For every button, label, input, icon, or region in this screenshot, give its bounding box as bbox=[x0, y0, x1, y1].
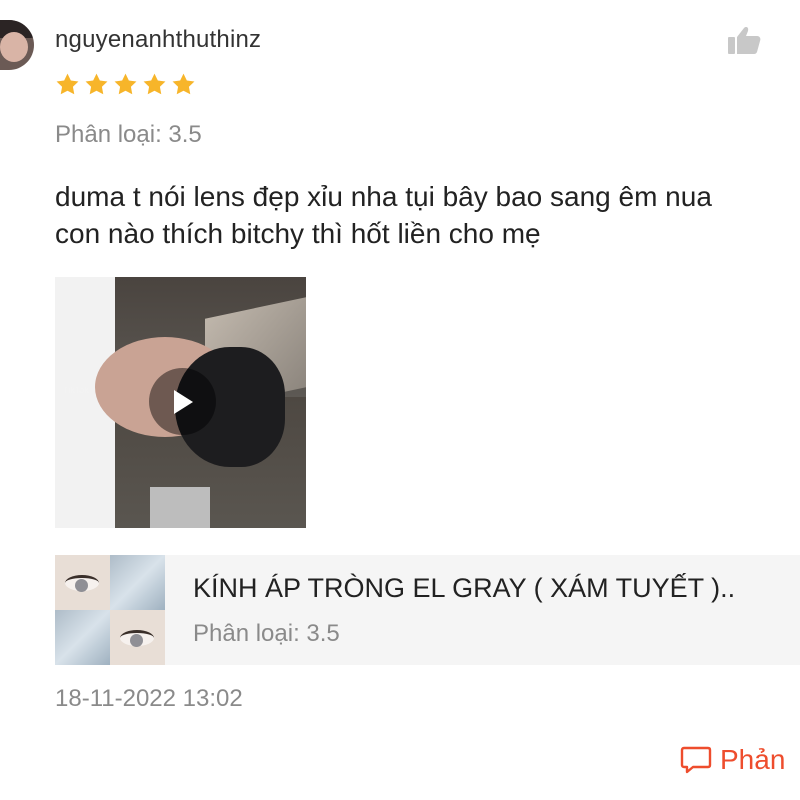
review-date: 18-11-2022 13:02 bbox=[55, 685, 243, 712]
product-title: KÍNH ÁP TRÒNG EL GRAY ( XÁM TUYẾT ).. bbox=[193, 573, 736, 603]
lens-iris bbox=[75, 579, 88, 592]
product-thumb-cloud bbox=[55, 610, 110, 665]
star-icon bbox=[172, 73, 195, 95]
review-variant: Phân loại: 3.5 bbox=[55, 121, 202, 148]
product-thumb-eye bbox=[110, 610, 165, 665]
star-rating bbox=[55, 72, 196, 97]
review-comment-line: con nào thích bitchy thì hốt liền cho mẹ bbox=[55, 218, 541, 249]
product-thumbnail bbox=[55, 555, 165, 665]
user-avatar[interactable] bbox=[0, 20, 34, 70]
product-thumb-cloud bbox=[110, 555, 165, 610]
tiktok-watermark: TikTok bbox=[63, 385, 89, 395]
review-comment-line: duma t nói lens đẹp xỉu nha tụi bây bao … bbox=[55, 181, 712, 212]
lens-iris bbox=[130, 634, 143, 647]
video-object bbox=[150, 487, 210, 528]
product-thumb-eye bbox=[55, 555, 110, 610]
star-icon bbox=[143, 73, 166, 95]
star-icon bbox=[85, 73, 108, 95]
eye-shape bbox=[120, 630, 154, 647]
star-icon bbox=[114, 73, 137, 95]
reply-button[interactable]: Phản bbox=[680, 744, 785, 776]
avatar-face bbox=[0, 32, 28, 62]
eye-shape bbox=[65, 575, 99, 592]
star-icon bbox=[56, 73, 79, 95]
reviewer-username: nguyenanhthuthinz bbox=[55, 26, 262, 53]
chat-bubble-icon bbox=[680, 746, 712, 774]
reply-label: Phản bbox=[720, 744, 786, 775]
thumbs-up-icon[interactable] bbox=[727, 25, 761, 55]
product-card[interactable]: KÍNH ÁP TRÒNG EL GRAY ( XÁM TUYẾT ).. Ph… bbox=[55, 555, 800, 665]
play-icon bbox=[173, 389, 193, 414]
play-button[interactable] bbox=[149, 368, 216, 435]
product-variant: Phân loại: 3.5 bbox=[193, 620, 340, 647]
review-video-thumbnail[interactable]: TikTok bbox=[55, 277, 306, 528]
review-comment: duma t nói lens đẹp xỉu nha tụi bây bao … bbox=[55, 178, 800, 252]
